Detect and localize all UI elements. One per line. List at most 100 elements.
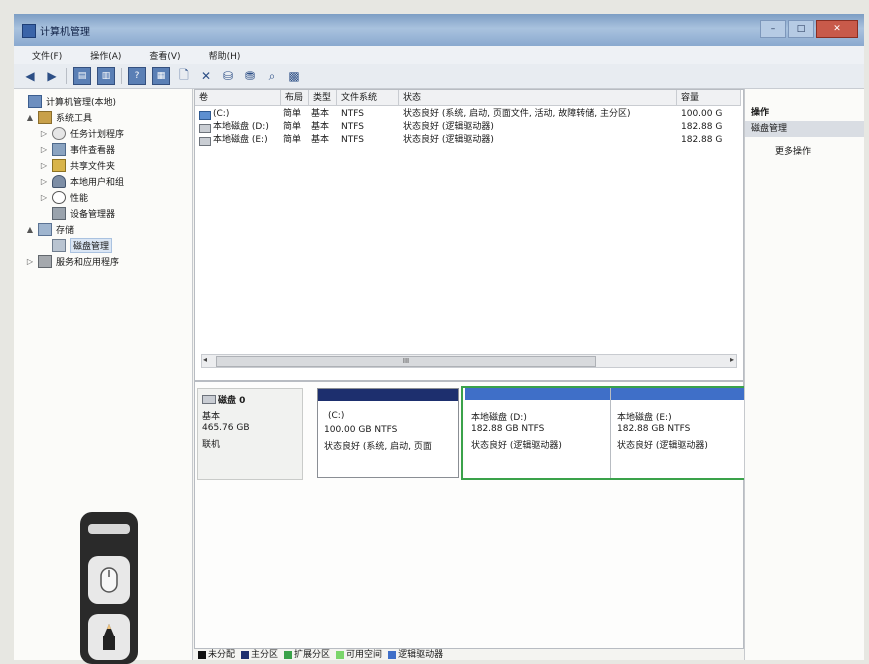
volume-layout: 简单 [283,109,302,119]
grid-icon[interactable]: ▩ [286,68,302,84]
menu-file[interactable]: 文件(F) [14,49,72,62]
users-icon [52,174,66,188]
partition-status: 状态良好 (系统, 启动, 页面 [324,442,432,452]
delete-icon[interactable]: ✕ [198,68,214,84]
partition-d[interactable]: 本地磁盘 (D:) 182.88 GB NTFS 状态良好 (逻辑驱动器) [465,388,611,478]
volume-capacity: 182.88 G [681,135,723,145]
horizontal-scrollbar[interactable]: ◂ III ▸ [201,354,737,368]
disk-size: 465.76 GB [202,423,250,433]
expand-icon[interactable]: ▷ [26,257,34,266]
collapse-icon[interactable]: ▲ [26,225,34,234]
tree-item-services-applications[interactable]: ▷ 服务和应用程序 [26,253,119,269]
minimize-button[interactable]: – [760,20,786,38]
actions-section-disk-management[interactable]: 磁盘管理 [745,121,864,137]
expand-icon[interactable]: ▷ [40,193,48,202]
column-header-capacity[interactable]: 容量 [677,90,741,106]
volume-type: 基本 [311,109,330,119]
volume-type: 基本 [311,122,330,132]
expand-icon[interactable]: ▷ [40,177,48,186]
disk-icon[interactable]: ⛃ [242,68,258,84]
column-header-status[interactable]: 状态 [399,90,677,106]
legend-label: 可用空间 [346,650,383,660]
volume-name: 本地磁盘 (D:) [213,122,269,132]
storage-icon [38,222,52,236]
disk-graphical-view: 磁盘 0 基本 465.76 GB 联机 (C:) 100.00 GB NTFS… [194,381,757,649]
partition-e[interactable]: 本地磁盘 (E:) 182.88 GB NTFS 状态良好 (逻辑驱动器) [611,388,753,478]
legend-item: 逻辑驱动器 [388,647,443,660]
tree-item-storage[interactable]: ▲ 存储 [26,221,74,237]
tree-item-label: 系统工具 [56,113,93,124]
expand-icon[interactable]: ▷ [40,145,48,154]
volume-name: (C:) [213,109,230,119]
pencil-tool-button[interactable] [88,614,130,660]
forward-icon[interactable]: ▶ [44,68,60,84]
toolbar: ◀ ▶ ▤ ▥ ? ▦ 🗋 ✕ ⛁ ⛃ ⌕ ▩ [14,64,864,89]
help-icon[interactable]: ? [128,67,146,85]
volume-filesystem: NTFS [341,135,364,145]
mouse-tool-button[interactable] [88,556,130,604]
tree-item-label: 设备管理器 [70,209,116,220]
partition-label: (C:) [328,411,345,421]
tree-item-label: 任务计划程序 [70,129,125,140]
shared-folder-icon [52,158,66,172]
legend-label: 主分区 [251,650,279,660]
volume-layout: 简单 [283,135,302,145]
document-icon[interactable]: 🗋 [176,68,192,84]
legend-swatch [241,650,250,659]
connect-icon[interactable]: ⛁ [220,68,236,84]
disk-management-icon [52,238,66,252]
tree-item-computer-management[interactable]: 计算机管理(本地) [16,93,116,109]
tree-item-local-users-groups[interactable]: ▷ 本地用户和组 [40,173,124,189]
show-hide-tree-icon[interactable]: ▥ [97,67,115,85]
search-icon[interactable]: ⌕ [264,68,280,84]
back-icon[interactable]: ◀ [22,68,38,84]
partition-size: 100.00 GB NTFS [324,425,398,435]
scroll-right-icon[interactable]: ▸ [730,355,734,365]
column-header-filesystem[interactable]: 文件系统 [337,90,399,106]
column-header-type[interactable]: 类型 [309,90,337,106]
menu-view[interactable]: 查看(V) [131,49,190,62]
toolbar-separator [66,68,67,84]
partition-status: 状态良好 (逻辑驱动器) [617,441,708,451]
legend-item: 主分区 [241,647,278,660]
volume-status: 状态良好 (系统, 启动, 页面文件, 活动, 故障转储, 主分区) [403,109,631,119]
actions-pane: 操作 磁盘管理 更多操作 [744,89,864,660]
tree-item-label: 本地用户和组 [70,177,125,188]
disk-info[interactable]: 磁盘 0 基本 465.76 GB 联机 [197,388,303,480]
more-actions-link[interactable]: 更多操作 [775,144,811,157]
close-button[interactable]: ✕ [816,20,858,38]
properties-icon[interactable]: ▦ [152,67,170,85]
menu-action[interactable]: 操作(A) [72,49,131,62]
volume-capacity: 100.00 G [681,109,723,119]
volume-name: 本地磁盘 (E:) [213,135,268,145]
scrollbar-thumb[interactable]: III [216,356,596,367]
menu-help[interactable]: 帮助(H) [191,49,251,62]
scroll-left-icon[interactable]: ◂ [203,355,207,365]
computer-icon [28,94,42,108]
logical-drive-bar [611,388,753,400]
expand-icon[interactable]: ▷ [40,129,48,138]
column-header-layout[interactable]: 布局 [281,90,309,106]
tree-item-shared-folders[interactable]: ▷ 共享文件夹 [40,157,115,173]
tree-item-disk-management[interactable]: 磁盘管理 [40,237,113,253]
tree-item-task-scheduler[interactable]: ▷ 任务计划程序 [40,125,124,141]
tools-icon [38,110,52,124]
legend-label: 扩展分区 [294,650,331,660]
partition-c[interactable]: (C:) 100.00 GB NTFS 状态良好 (系统, 启动, 页面 [317,388,459,478]
tree-item-performance[interactable]: ▷ 性能 [40,189,88,205]
column-header-volume[interactable]: 卷 [195,90,281,106]
event-viewer-icon [52,142,66,156]
mouse-icon [100,567,118,593]
tree-item-event-viewer[interactable]: ▷ 事件查看器 [40,141,115,157]
volume-filesystem: NTFS [341,109,364,119]
maximize-button[interactable]: □ [788,20,814,38]
legend-swatch [388,650,397,659]
collapse-icon[interactable]: ▲ [26,113,34,122]
window-controls: – □ ✕ [760,20,858,38]
expand-icon[interactable]: ▷ [40,161,48,170]
up-level-icon[interactable]: ▤ [73,67,91,85]
tree-item-system-tools[interactable]: ▲ 系统工具 [26,109,92,125]
title-bar[interactable]: 计算机管理 – □ ✕ [14,14,864,46]
palette-handle[interactable] [88,524,130,534]
tree-item-device-manager[interactable]: 设备管理器 [40,205,115,221]
